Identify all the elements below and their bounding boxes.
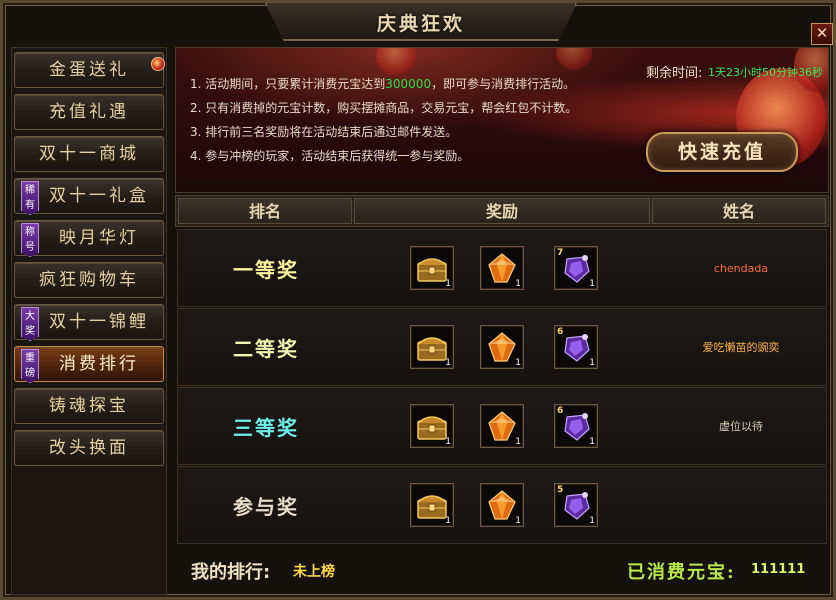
player-name: 虚位以待: [719, 420, 763, 433]
sidebar-item-makeover[interactable]: 改头换面: [14, 430, 164, 466]
sidebar-item-label: 铸魂探宝: [49, 396, 129, 416]
sidebar-item-moon-lantern[interactable]: 称号 映月华灯: [14, 220, 164, 257]
sidebar-item-label: 改头换面: [49, 438, 129, 458]
rules-list: 1. 活动期间，只要累计消费元宝达到300000，即可参与消费排行活动。 2. …: [190, 72, 577, 168]
sidebar-item-shopping-cart[interactable]: 疯狂购物车: [14, 262, 164, 298]
sidebar-item-double11-koi[interactable]: 大奖 双十一锦鲤: [14, 304, 164, 341]
close-button[interactable]: ✕: [811, 23, 833, 45]
sidebar-item-spending-rank[interactable]: 重磅 消费排行: [14, 346, 164, 383]
title-badge: 称号: [21, 223, 39, 257]
item-level: 7: [557, 248, 564, 258]
item-quantity: 1: [589, 516, 595, 526]
footer: 我的排行: 未上榜 已消费元宝: 111111: [175, 543, 829, 595]
purple-crystal-icon[interactable]: 71: [554, 246, 598, 290]
player-name: 爱吃懒苗的豌奕: [702, 341, 780, 354]
sidebar-item-soul-treasure[interactable]: 铸魂探宝: [14, 388, 164, 424]
rank-label: 一等奖: [233, 258, 299, 282]
chest-icon[interactable]: 1: [410, 404, 454, 448]
table-row: 三等奖 1 1 6 1 虚位以待: [177, 387, 827, 465]
rank-label: 二等奖: [233, 337, 299, 361]
item-quantity: 1: [589, 437, 595, 447]
gem-icon[interactable]: 1: [480, 325, 524, 369]
sidebar: 金蛋送礼 充值礼遇 双十一商城 稀有 双十一礼盒 称号 映月华灯 疯狂购物车 大…: [11, 47, 167, 595]
sidebar-item-label: 金蛋送礼: [49, 60, 129, 80]
sidebar-item-label: 充值礼遇: [49, 102, 129, 122]
rank-label: 参与奖: [233, 495, 299, 519]
sidebar-item-label: 双十一礼盒: [49, 186, 149, 206]
rule-line: 2. 只有消费掉的元宝计数，购买摆摊商品，交易元宝，帮会红包不计数。: [190, 101, 578, 115]
column-header-name: 姓名: [652, 198, 826, 224]
sidebar-item-label: 双十一锦鲤: [49, 312, 149, 332]
rule-line: 3. 排行前三名奖励将在活动结束后通过邮件发送。: [190, 125, 458, 139]
timer-value: 1天23小时50分钟36秒: [708, 66, 823, 79]
grand-prize-badge: 大奖: [21, 307, 39, 341]
spent-value: 111111: [751, 562, 806, 577]
chest-icon[interactable]: 1: [410, 325, 454, 369]
item-level: 5: [557, 485, 564, 495]
my-rank-value: 未上榜: [293, 564, 335, 580]
sidebar-item-double11-giftbox[interactable]: 稀有 双十一礼盒: [14, 178, 164, 215]
column-header-reward: 奖励: [354, 198, 650, 224]
item-quantity: 1: [445, 516, 451, 526]
quick-recharge-button[interactable]: 快速充值: [646, 132, 798, 172]
heavy-badge: 重磅: [21, 349, 39, 383]
rule-line: 4. 参与冲榜的玩家，活动结束后获得统一参与奖励。: [190, 149, 470, 163]
sidebar-item-recharge-gift[interactable]: 充值礼遇: [14, 94, 164, 130]
gem-icon[interactable]: 1: [480, 483, 524, 527]
item-quantity: 1: [515, 437, 521, 447]
item-quantity: 1: [515, 358, 521, 368]
sidebar-item-golden-egg[interactable]: 金蛋送礼: [14, 52, 165, 88]
sidebar-item-label: 消费排行: [59, 354, 139, 374]
event-window: 庆典狂欢 ✕ 金蛋送礼 充值礼遇 双十一商城 稀有 双十一礼盒 称号 映月华灯 …: [0, 0, 836, 600]
item-quantity: 1: [589, 279, 595, 289]
spent-label: 已消费元宝:: [627, 562, 736, 583]
purple-crystal-icon[interactable]: 61: [554, 404, 598, 448]
item-quantity: 1: [589, 358, 595, 368]
lantern-icon: [556, 48, 592, 70]
item-level: 6: [557, 327, 564, 337]
chest-icon[interactable]: 1: [410, 246, 454, 290]
sidebar-item-label: 疯狂购物车: [39, 270, 139, 290]
item-quantity: 1: [515, 279, 521, 289]
gem-icon[interactable]: 1: [480, 404, 524, 448]
threshold-value: 300000: [385, 77, 432, 91]
notification-dot-icon: [151, 57, 165, 71]
table-header: 排名 奖励 姓名: [175, 195, 829, 227]
column-header-rank: 排名: [178, 198, 352, 224]
sidebar-item-label: 双十一商城: [39, 144, 139, 164]
table-row: 参与奖 1 1 5 1: [177, 466, 827, 544]
player-name: chendada: [713, 262, 769, 275]
item-quantity: 1: [445, 437, 451, 447]
item-quantity: 1: [445, 358, 451, 368]
item-level: 6: [557, 406, 564, 416]
purple-crystal-icon[interactable]: 51: [554, 483, 598, 527]
rank-label: 三等奖: [233, 416, 299, 440]
rule-line: 1. 活动期间，只要累计消费元宝达到300000，即可参与消费排行活动。: [190, 77, 576, 91]
item-quantity: 1: [445, 279, 451, 289]
item-quantity: 1: [515, 516, 521, 526]
event-banner: 1. 活动期间，只要累计消费元宝达到300000，即可参与消费排行活动。 2. …: [175, 47, 829, 193]
timer-label: 剩余时间:: [646, 66, 703, 81]
my-rank-label: 我的排行:: [191, 562, 271, 583]
table-row: 一等奖 1 1 7 1 chendada: [177, 229, 827, 307]
table-row: 二等奖 1 1 6 1 爱吃懒苗的豌奕: [177, 308, 827, 386]
rare-badge: 稀有: [21, 181, 39, 215]
purple-crystal-icon[interactable]: 61: [554, 325, 598, 369]
window-title: 庆典狂欢: [376, 13, 465, 35]
sidebar-item-label: 映月华灯: [59, 228, 139, 248]
sidebar-item-double11-mall[interactable]: 双十一商城: [14, 136, 164, 172]
chest-icon[interactable]: 1: [410, 483, 454, 527]
gem-icon[interactable]: 1: [480, 246, 524, 290]
